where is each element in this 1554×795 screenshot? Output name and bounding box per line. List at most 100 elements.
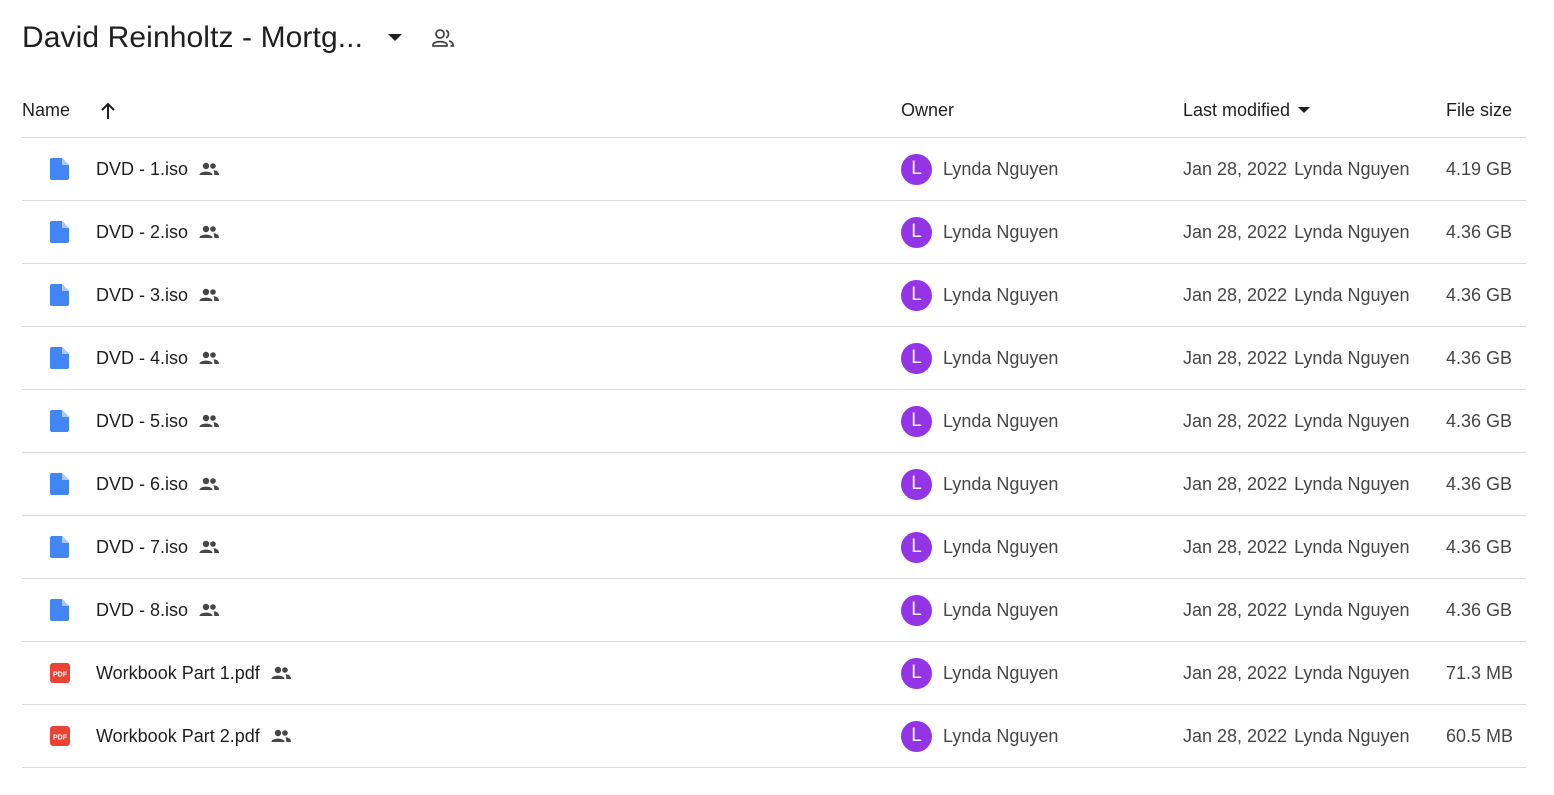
- file-name: DVD - 1.iso: [96, 158, 189, 179]
- shared-people-icon: [198, 540, 220, 554]
- file-size-cell: 4.36 GB: [1446, 516, 1512, 578]
- owner-name: Lynda Nguyen: [943, 284, 1059, 305]
- file-size-cell: 4.19 GB: [1446, 138, 1512, 200]
- column-last-modified[interactable]: Last modified: [1183, 84, 1311, 137]
- file-name-cell: DVD - 4.iso: [96, 327, 220, 389]
- avatar[interactable]: L: [901, 657, 932, 689]
- modified-by: Lynda Nguyen: [1294, 347, 1410, 368]
- file-list: Name Owner Last modified File size DVD -…: [22, 84, 1526, 768]
- last-modified-cell: Jan 28, 2022 Lynda Nguyen: [1183, 516, 1410, 578]
- modified-date: Jan 28, 2022: [1183, 599, 1288, 620]
- owner-name: Lynda Nguyen: [943, 536, 1059, 557]
- file-row-5[interactable]: DVD - 5.iso L Lynda Nguyen Jan 28, 2022 …: [22, 390, 1526, 453]
- avatar[interactable]: L: [901, 405, 932, 437]
- column-name[interactable]: Name: [22, 84, 116, 137]
- last-modified-cell: Jan 28, 2022 Lynda Nguyen: [1183, 138, 1410, 200]
- file-name: DVD - 4.iso: [96, 347, 189, 368]
- file-name-cell: Workbook Part 1.pdf: [96, 642, 292, 704]
- generic-file-icon: [50, 221, 70, 243]
- last-modified-cell: Jan 28, 2022 Lynda Nguyen: [1183, 264, 1410, 326]
- generic-file-icon: [50, 599, 70, 621]
- pdf-file-icon: PDF: [50, 663, 70, 685]
- shared-folder-people-icon[interactable]: [429, 24, 457, 52]
- file-row-7[interactable]: DVD - 7.iso L Lynda Nguyen Jan 28, 2022 …: [22, 516, 1526, 579]
- owner-cell: L Lynda Nguyen: [901, 390, 1058, 452]
- avatar[interactable]: L: [901, 468, 932, 500]
- column-file-size-label: File size: [1446, 100, 1513, 120]
- file-row-3[interactable]: DVD - 3.iso L Lynda Nguyen Jan 28, 2022 …: [22, 264, 1526, 327]
- file-list-header: Name Owner Last modified File size: [22, 84, 1526, 138]
- file-name: DVD - 3.iso: [96, 284, 189, 305]
- owner-cell: L Lynda Nguyen: [901, 705, 1058, 767]
- modified-by: Lynda Nguyen: [1294, 158, 1410, 179]
- shared-people-icon: [270, 666, 292, 680]
- file-size-cell: 4.36 GB: [1446, 264, 1512, 326]
- last-modified-cell: Jan 28, 2022 Lynda Nguyen: [1183, 327, 1410, 389]
- file-size-cell: 4.36 GB: [1446, 579, 1512, 641]
- column-file-size[interactable]: File size: [1446, 84, 1512, 137]
- owner-cell: L Lynda Nguyen: [901, 327, 1058, 389]
- modified-by: Lynda Nguyen: [1294, 536, 1410, 557]
- caret-down-icon[interactable]: [1298, 107, 1311, 114]
- modified-by: Lynda Nguyen: [1294, 221, 1410, 242]
- arrow-up-icon[interactable]: [100, 102, 116, 120]
- modified-date: Jan 28, 2022: [1183, 662, 1288, 683]
- generic-file-icon: [50, 284, 70, 306]
- column-owner-label: Owner: [901, 100, 955, 120]
- file-size: 4.36 GB: [1446, 284, 1513, 305]
- column-owner[interactable]: Owner: [901, 84, 954, 137]
- file-name-cell: DVD - 8.iso: [96, 579, 220, 641]
- file-name-cell: DVD - 1.iso: [96, 138, 220, 200]
- shared-people-icon: [198, 414, 220, 428]
- modified-by: Lynda Nguyen: [1294, 473, 1410, 494]
- generic-file-icon: [50, 347, 70, 369]
- file-row-10[interactable]: PDF Workbook Part 2.pdf L Lynda Nguyen J…: [22, 705, 1526, 768]
- file-size: 4.19 GB: [1446, 158, 1513, 179]
- file-row-1[interactable]: DVD - 1.iso L Lynda Nguyen Jan 28, 2022 …: [22, 138, 1526, 201]
- file-name-cell: DVD - 5.iso: [96, 390, 220, 452]
- folder-title[interactable]: David Reinholtz - Mortg...: [22, 21, 363, 55]
- caret-down-icon[interactable]: [381, 24, 409, 52]
- file-name-cell: DVD - 3.iso: [96, 264, 220, 326]
- shared-people-icon: [198, 477, 220, 491]
- file-name-cell: DVD - 7.iso: [96, 516, 220, 578]
- last-modified-cell: Jan 28, 2022 Lynda Nguyen: [1183, 642, 1410, 704]
- generic-file-icon: [50, 410, 70, 432]
- avatar[interactable]: L: [901, 153, 932, 185]
- file-size-cell: 4.36 GB: [1446, 201, 1512, 263]
- file-row-9[interactable]: PDF Workbook Part 1.pdf L Lynda Nguyen J…: [22, 642, 1526, 705]
- owner-name: Lynda Nguyen: [943, 158, 1059, 179]
- file-name: Workbook Part 2.pdf: [96, 725, 260, 746]
- file-row-6[interactable]: DVD - 6.iso L Lynda Nguyen Jan 28, 2022 …: [22, 453, 1526, 516]
- generic-file-icon: [50, 536, 70, 558]
- modified-date: Jan 28, 2022: [1183, 221, 1288, 242]
- avatar[interactable]: L: [901, 720, 932, 752]
- file-rows: DVD - 1.iso L Lynda Nguyen Jan 28, 2022 …: [22, 138, 1526, 768]
- file-size-cell: 4.36 GB: [1446, 453, 1512, 515]
- shared-people-icon: [198, 162, 220, 176]
- file-row-4[interactable]: DVD - 4.iso L Lynda Nguyen Jan 28, 2022 …: [22, 327, 1526, 390]
- file-size-cell: 71.3 MB: [1446, 642, 1513, 704]
- modified-by: Lynda Nguyen: [1294, 662, 1410, 683]
- file-name: DVD - 7.iso: [96, 536, 189, 557]
- avatar[interactable]: L: [901, 531, 932, 563]
- owner-name: Lynda Nguyen: [943, 599, 1059, 620]
- avatar[interactable]: L: [901, 279, 932, 311]
- file-size-cell: 4.36 GB: [1446, 327, 1512, 389]
- avatar[interactable]: L: [901, 342, 932, 374]
- owner-name: Lynda Nguyen: [943, 410, 1059, 431]
- generic-file-icon: [50, 158, 70, 180]
- avatar[interactable]: L: [901, 594, 932, 626]
- owner-name: Lynda Nguyen: [943, 725, 1059, 746]
- avatar[interactable]: L: [901, 216, 932, 248]
- last-modified-cell: Jan 28, 2022 Lynda Nguyen: [1183, 390, 1410, 452]
- file-row-2[interactable]: DVD - 2.iso L Lynda Nguyen Jan 28, 2022 …: [22, 201, 1526, 264]
- owner-name: Lynda Nguyen: [943, 347, 1059, 368]
- owner-cell: L Lynda Nguyen: [901, 201, 1058, 263]
- file-name: DVD - 8.iso: [96, 599, 189, 620]
- shared-people-icon: [270, 729, 292, 743]
- modified-by: Lynda Nguyen: [1294, 725, 1410, 746]
- file-name-cell: Workbook Part 2.pdf: [96, 705, 292, 767]
- file-row-8[interactable]: DVD - 8.iso L Lynda Nguyen Jan 28, 2022 …: [22, 579, 1526, 642]
- owner-name: Lynda Nguyen: [943, 221, 1059, 242]
